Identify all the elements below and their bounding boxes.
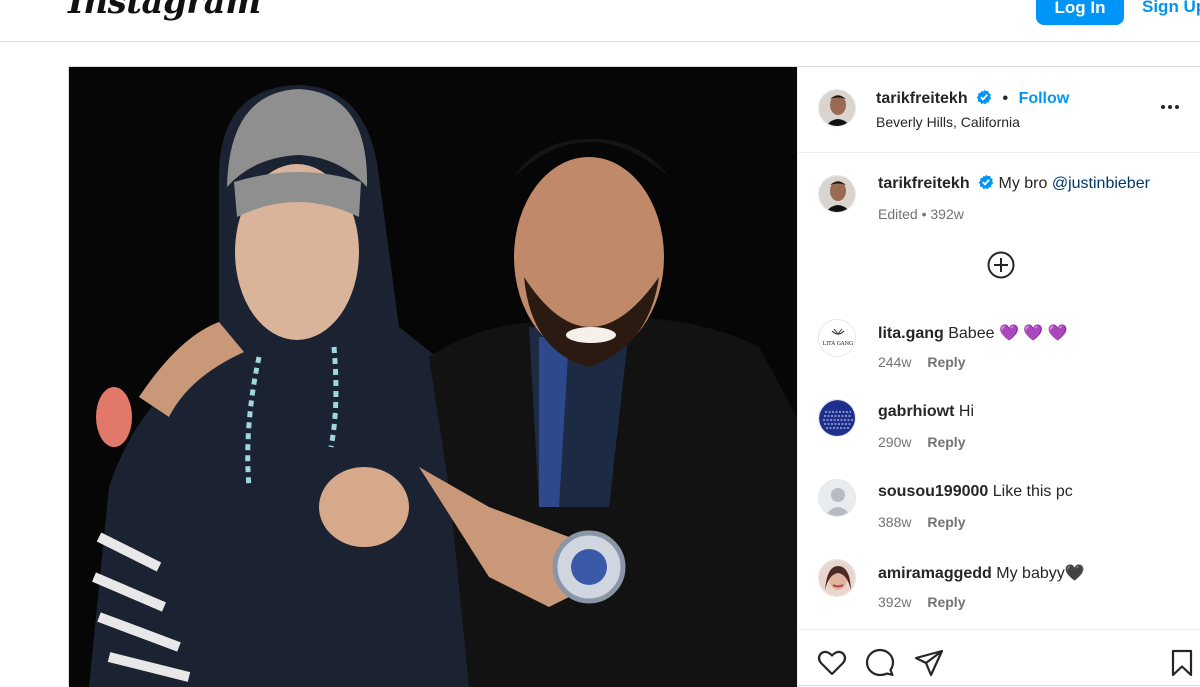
author-avatar[interactable] bbox=[818, 89, 856, 127]
comment-body: Hi bbox=[958, 403, 974, 420]
comment-time[interactable]: 290w bbox=[878, 434, 911, 450]
comment-item: amiramaggedd My babyy🖤 392w Reply bbox=[798, 559, 1200, 629]
comment-text-line: amiramaggedd My babyy🖤 bbox=[878, 563, 1085, 583]
comment-time[interactable]: 392w bbox=[878, 594, 911, 610]
post-card: tarikfreitekh • Follow Beverly Hills, Ca… bbox=[68, 66, 1200, 687]
author-avatar-image bbox=[819, 90, 855, 126]
verified-badge-icon bbox=[976, 89, 992, 105]
reply-button[interactable]: Reply bbox=[927, 594, 965, 610]
edited-label: Edited bbox=[878, 206, 918, 222]
more-options-icon[interactable] bbox=[1158, 95, 1182, 119]
post-sidebar: tarikfreitekh • Follow Beverly Hills, Ca… bbox=[797, 67, 1200, 687]
separator-dot: • bbox=[1002, 90, 1009, 107]
default-avatar-icon bbox=[819, 480, 855, 516]
meta-dot: • bbox=[921, 206, 927, 222]
avatar-logo-text: LITA GANG bbox=[823, 341, 854, 347]
post-photo[interactable] bbox=[69, 67, 797, 687]
comment-item: sousou199000 Like this pc 388w Reply bbox=[798, 479, 1200, 549]
comment-meta: 392w Reply bbox=[878, 594, 965, 610]
comment-username[interactable]: sousou199000 bbox=[878, 483, 988, 500]
comment-body: Babee bbox=[948, 325, 995, 342]
post-header: tarikfreitekh • Follow Beverly Hills, Ca… bbox=[798, 67, 1200, 153]
post-header-user: tarikfreitekh • Follow bbox=[876, 89, 1070, 108]
commenter-avatar[interactable] bbox=[818, 559, 856, 597]
comment-text-line: lita.gang Babee 💜 💜 💜 bbox=[878, 323, 1068, 343]
comment-text-line: gabrhiowt Hi bbox=[878, 403, 974, 421]
verified-badge-icon bbox=[978, 174, 994, 190]
instagram-logo[interactable]: Instagram bbox=[68, 0, 261, 22]
post-location[interactable]: Beverly Hills, California bbox=[876, 114, 1020, 130]
caption-username[interactable]: tarikfreitekh bbox=[878, 175, 970, 192]
comment-emoji: 💜 💜 💜 bbox=[998, 325, 1068, 342]
caption-mention-link[interactable]: @justinbieber bbox=[1052, 175, 1150, 192]
commenter-avatar-image bbox=[819, 560, 855, 596]
comment-item: gabrhiowt Hi 290w Reply bbox=[798, 399, 1200, 469]
post-action-bar bbox=[798, 629, 1200, 687]
photo-illustration bbox=[69, 67, 797, 687]
top-navigation-bar: Instagram Log In Sign Up bbox=[0, 0, 1200, 42]
comment-meta: 290w Reply bbox=[878, 434, 965, 450]
comment-emoji: 🖤 bbox=[1064, 565, 1085, 582]
caption-meta: Edited • 392w bbox=[878, 206, 964, 222]
commenter-avatar-image: LITA GANG bbox=[819, 320, 855, 356]
post-caption: tarikfreitekh My bro @justinbieber Edite… bbox=[798, 171, 1200, 251]
plus-circle-icon[interactable] bbox=[986, 250, 1016, 280]
reply-button[interactable]: Reply bbox=[927, 514, 965, 530]
comment-meta: 388w Reply bbox=[878, 514, 965, 530]
caption-time[interactable]: 392w bbox=[930, 206, 963, 222]
caption-author-avatar[interactable] bbox=[818, 175, 856, 213]
comment-time[interactable]: 244w bbox=[878, 354, 911, 370]
comment-username[interactable]: amiramaggedd bbox=[878, 565, 992, 582]
reply-button[interactable]: Reply bbox=[927, 434, 965, 450]
caption-text-line: tarikfreitekh My bro @justinbieber bbox=[878, 174, 1150, 193]
comment-username[interactable]: lita.gang bbox=[878, 325, 944, 342]
reply-button[interactable]: Reply bbox=[927, 354, 965, 370]
commenter-avatar-image bbox=[819, 400, 855, 436]
comment-meta: 244w Reply bbox=[878, 354, 965, 370]
commenter-avatar[interactable]: LITA GANG bbox=[818, 319, 856, 357]
comment-item: LITA GANG lita.gang Babee 💜 💜 💜 244w Rep… bbox=[798, 319, 1200, 389]
comment-text-line: sousou199000 Like this pc bbox=[878, 483, 1073, 501]
caption-avatar-image bbox=[819, 176, 855, 212]
comment-time[interactable]: 388w bbox=[878, 514, 911, 530]
author-username[interactable]: tarikfreitekh bbox=[876, 90, 968, 107]
commenter-avatar[interactable] bbox=[818, 399, 856, 437]
follow-button[interactable]: Follow bbox=[1019, 90, 1070, 107]
comment-body: My babyy bbox=[996, 565, 1065, 582]
log-in-button[interactable]: Log In bbox=[1036, 0, 1124, 25]
comment-body: Like this pc bbox=[992, 483, 1073, 500]
sign-up-link[interactable]: Sign Up bbox=[1142, 0, 1200, 17]
comment-username[interactable]: gabrhiowt bbox=[878, 403, 954, 420]
commenter-avatar[interactable] bbox=[818, 479, 856, 517]
caption-body: My bro bbox=[998, 175, 1048, 192]
